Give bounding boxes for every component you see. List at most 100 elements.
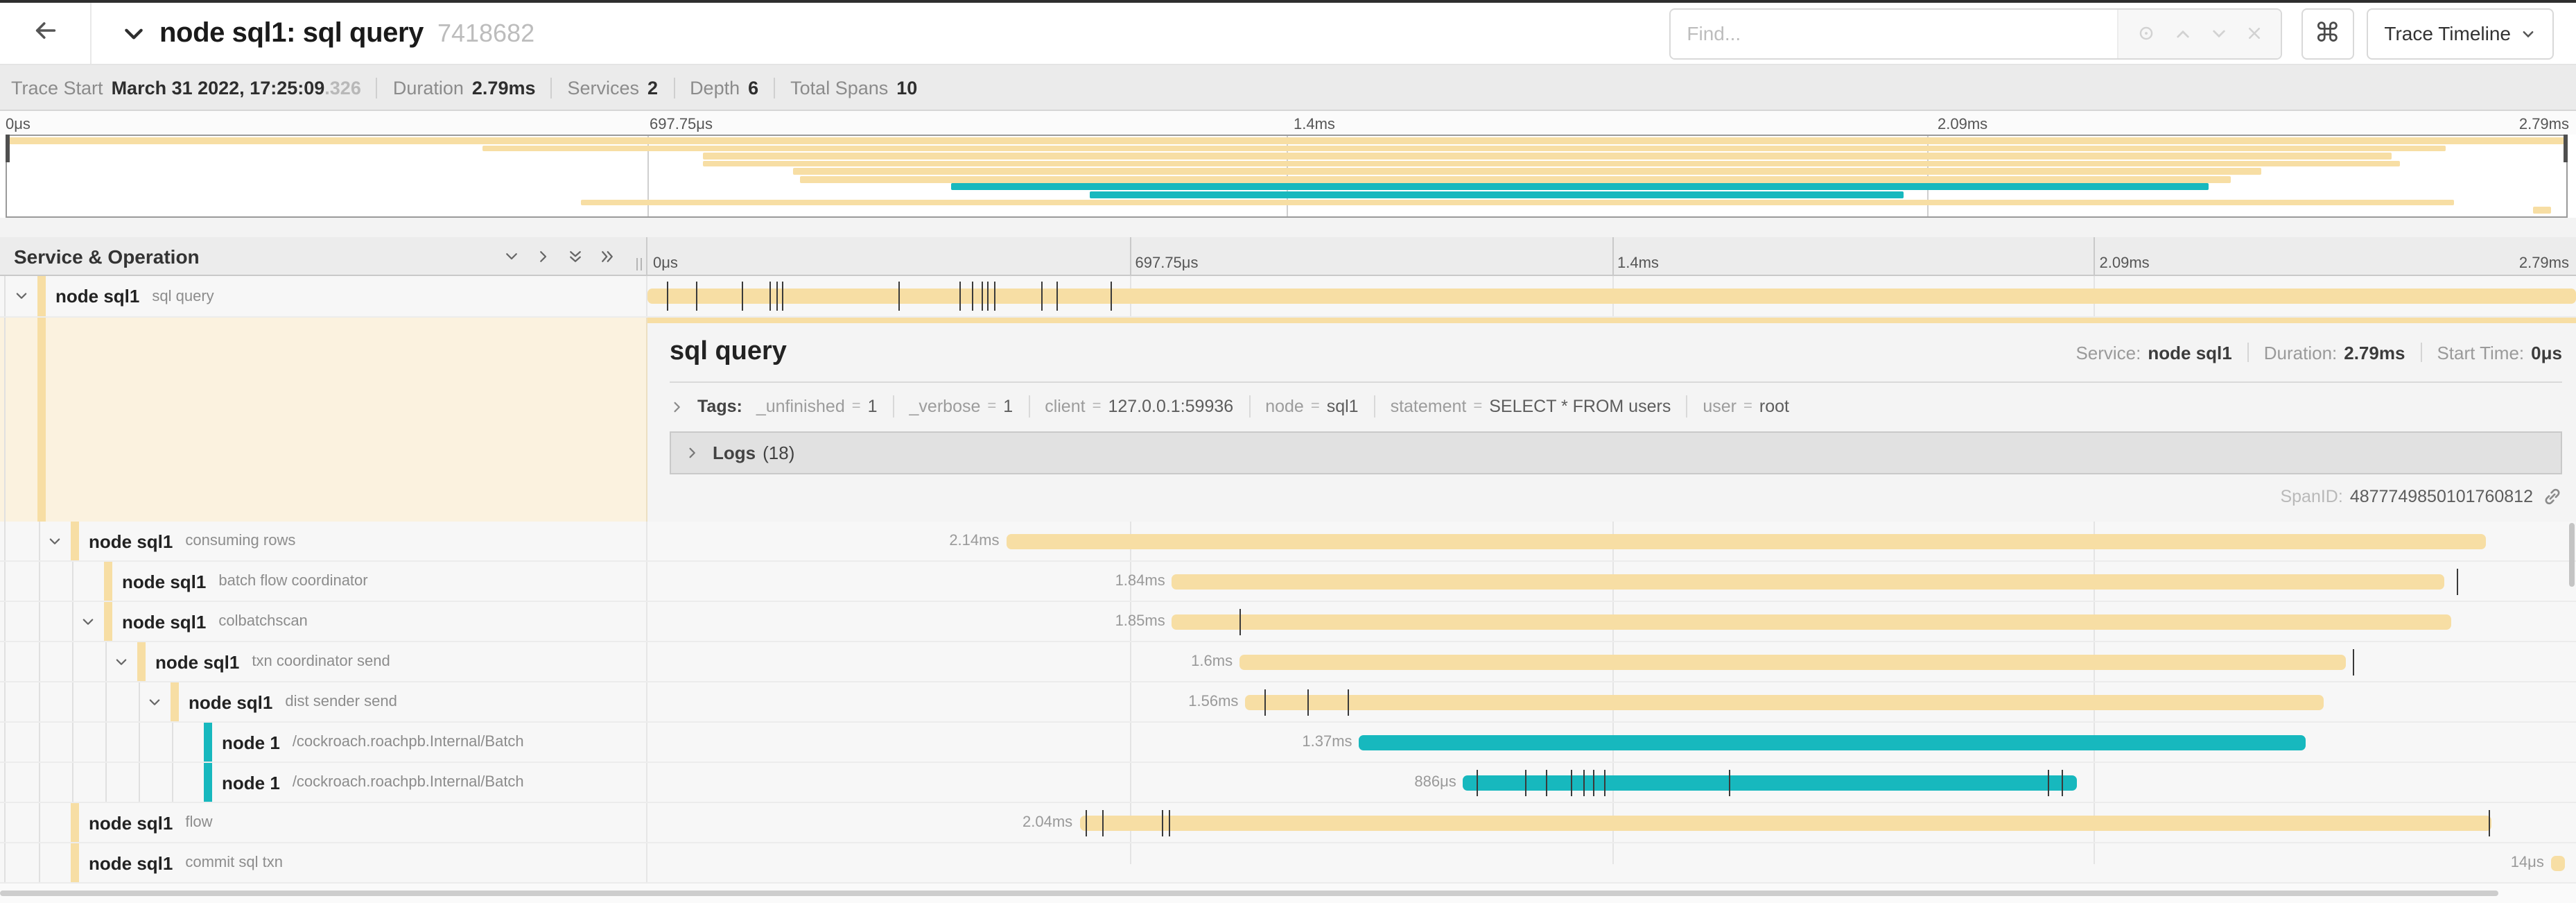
span-bar[interactable]: [1463, 775, 2077, 791]
span-log-marker[interactable]: [1730, 770, 1731, 796]
span-name-cell[interactable]: node sql1commit sql txn: [0, 843, 647, 882]
span-row[interactable]: node 1/cockroach.roachpb.Internal/Batch8…: [0, 763, 2576, 803]
collapse-span-icon[interactable]: [14, 289, 29, 304]
span-log-marker[interactable]: [1168, 810, 1169, 836]
span-bar-cell[interactable]: [647, 276, 2576, 316]
span-log-marker[interactable]: [1163, 810, 1164, 836]
span-bar-cell[interactable]: 886μs: [647, 763, 2576, 802]
logs-toggle[interactable]: Logs(18): [670, 431, 2562, 474]
collapse-trace-icon[interactable]: [122, 22, 146, 45]
span-log-marker[interactable]: [769, 282, 770, 311]
span-log-marker[interactable]: [995, 282, 996, 311]
trace-minimap[interactable]: [6, 135, 2568, 218]
span-log-marker[interactable]: [742, 282, 743, 311]
span-bar[interactable]: [2551, 856, 2564, 871]
find-next-icon[interactable]: [2209, 24, 2227, 42]
span-log-marker[interactable]: [1592, 770, 1594, 796]
span-bar[interactable]: [1172, 574, 2445, 590]
span-name-cell[interactable]: node sql1batch flow coordinator: [0, 562, 647, 601]
locate-icon[interactable]: [2136, 24, 2155, 43]
span-row[interactable]: node sql1flow2.04ms: [0, 803, 2576, 843]
span-log-marker[interactable]: [971, 282, 973, 311]
find-prev-icon[interactable]: [2173, 24, 2191, 42]
span-bar[interactable]: [1239, 655, 2347, 670]
span-name-cell[interactable]: node 1/cockroach.roachpb.Internal/Batch: [0, 723, 647, 762]
collapse-span-icon[interactable]: [114, 654, 129, 669]
span-bar-cell[interactable]: 1.6ms: [647, 642, 2576, 681]
find-clear-icon[interactable]: [2245, 25, 2262, 42]
expand-all-icon[interactable]: [599, 248, 616, 264]
span-bar-cell[interactable]: 2.04ms: [647, 803, 2576, 842]
minimap-right-handle[interactable]: [2564, 135, 2568, 162]
span-log-marker[interactable]: [696, 282, 697, 311]
expand-one-icon[interactable]: [535, 248, 552, 264]
span-log-marker[interactable]: [898, 282, 900, 311]
span-bar[interactable]: [1079, 816, 2491, 831]
span-bar-cell[interactable]: 2.14ms: [647, 522, 2576, 560]
horizontal-scrollbar[interactable]: [0, 891, 2498, 896]
span-log-marker[interactable]: [2489, 810, 2491, 836]
span-name-cell[interactable]: node 1/cockroach.roachpb.Internal/Batch: [0, 763, 647, 802]
span-row[interactable]: node sql1colbatchscan1.85ms: [0, 602, 2576, 642]
minimap-left-handle[interactable]: [6, 135, 10, 162]
link-icon[interactable]: [2543, 487, 2562, 506]
keyboard-shortcuts-button[interactable]: ⌘: [2301, 8, 2353, 59]
span-log-marker[interactable]: [776, 282, 778, 311]
span-bar-cell[interactable]: 1.85ms: [647, 602, 2576, 641]
span-log-marker[interactable]: [960, 282, 961, 311]
span-bar[interactable]: [1172, 614, 2451, 630]
span-row[interactable]: node sql1consuming rows2.14ms: [0, 522, 2576, 562]
span-log-marker[interactable]: [667, 282, 668, 311]
span-log-marker[interactable]: [1572, 770, 1573, 796]
span-bar-cell[interactable]: 1.84ms: [647, 562, 2576, 601]
span-log-marker[interactable]: [1041, 282, 1043, 311]
back-button[interactable]: [0, 3, 92, 64]
span-log-marker[interactable]: [981, 282, 982, 311]
span-log-marker[interactable]: [1239, 609, 1241, 635]
span-bar-cell[interactable]: 1.56ms: [647, 682, 2576, 721]
span-log-marker[interactable]: [1348, 689, 1349, 716]
span-log-marker[interactable]: [1604, 770, 1605, 796]
span-name-cell[interactable]: node sql1flow: [0, 803, 647, 842]
span-log-marker[interactable]: [1477, 770, 1478, 796]
span-row[interactable]: node sql1batch flow coordinator1.84ms: [0, 562, 2576, 602]
span-log-marker[interactable]: [1086, 810, 1087, 836]
span-log-marker[interactable]: [2061, 770, 2062, 796]
span-log-marker[interactable]: [783, 282, 784, 311]
span-row[interactable]: node sql1commit sql txn14μs: [0, 843, 2576, 884]
column-resize-grip[interactable]: [634, 258, 642, 270]
span-name-cell[interactable]: node sql1txn coordinator send: [0, 642, 647, 681]
trace-view-dropdown[interactable]: Trace Timeline: [2366, 8, 2554, 59]
collapse-one-icon[interactable]: [503, 248, 520, 264]
span-log-marker[interactable]: [2352, 649, 2353, 676]
span-log-marker[interactable]: [1264, 689, 1266, 716]
collapse-span-icon[interactable]: [47, 533, 62, 549]
collapse-all-icon[interactable]: [567, 248, 584, 264]
collapse-span-icon[interactable]: [147, 694, 162, 710]
span-row[interactable]: node 1/cockroach.roachpb.Internal/Batch1…: [0, 723, 2576, 763]
span-log-marker[interactable]: [987, 282, 989, 311]
span-bar-cell[interactable]: 14μs: [647, 843, 2576, 882]
tags-row[interactable]: Tags:_unfinished=1_verbose=1client=127.0…: [670, 395, 2562, 418]
span-bar[interactable]: [1006, 534, 2485, 549]
span-bar-cell[interactable]: 1.37ms: [647, 723, 2576, 762]
span-row[interactable]: node sql1dist sender send1.56ms: [0, 682, 2576, 723]
span-log-marker[interactable]: [2048, 770, 2049, 796]
span-log-marker[interactable]: [1307, 689, 1308, 716]
span-log-marker[interactable]: [1546, 770, 1547, 796]
span-name-cell[interactable]: node sql1colbatchscan: [0, 602, 647, 641]
span-name-cell[interactable]: node sql1sql query: [0, 276, 647, 316]
span-log-marker[interactable]: [1525, 770, 1526, 796]
span-name-cell[interactable]: node sql1consuming rows: [0, 522, 647, 560]
vertical-scrollbar[interactable]: [2569, 523, 2575, 587]
span-log-marker[interactable]: [2457, 569, 2458, 595]
collapse-span-icon[interactable]: [80, 614, 96, 629]
span-bar[interactable]: [1359, 735, 2306, 750]
find-input[interactable]: [1670, 9, 2116, 58]
span-log-marker[interactable]: [1111, 282, 1112, 311]
span-log-marker[interactable]: [1056, 282, 1058, 311]
span-bar[interactable]: [1245, 695, 2323, 710]
span-bar[interactable]: [647, 289, 2576, 304]
span-log-marker[interactable]: [1583, 770, 1584, 796]
span-row[interactable]: node sql1sql query: [0, 276, 2576, 318]
